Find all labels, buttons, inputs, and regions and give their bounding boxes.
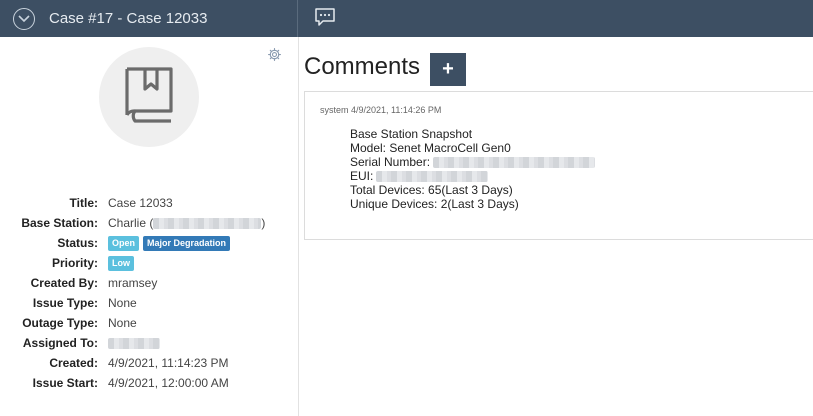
comments-heading: Comments (304, 53, 421, 80)
chat-icon[interactable] (314, 7, 336, 27)
case-details-panel: Title: Case 12033 Base Station: Charlie … (0, 37, 299, 416)
comments-panel: Comments + system 4/9/2021, 11:14:26 PM … (299, 37, 813, 416)
case-header: Case #17 - Case 12033 (0, 0, 298, 37)
detail-outage-type: Outage Type: None (22, 316, 137, 330)
comment-line: EUI: (350, 169, 595, 183)
chevron-down-circle-icon[interactable] (13, 7, 35, 30)
detail-title: Title: Case 12033 (69, 196, 173, 210)
redacted-serial-number (433, 156, 596, 168)
redacted-base-station-id (153, 217, 262, 229)
status-badge-open: Open (108, 235, 140, 251)
comment-body: Base Station Snapshot Model: Senet Macro… (350, 127, 596, 211)
comment-line: Base Station Snapshot (350, 127, 473, 141)
case-title: Case #17 - Case 12033 (49, 10, 208, 27)
book-icon (119, 65, 179, 130)
comment-line: Total Devices: 65(Last 3 Days) (350, 183, 513, 197)
detail-created-by: Created By: mramsey (30, 276, 158, 290)
redacted-eui (376, 170, 489, 182)
top-bar: Case #17 - Case 12033 (0, 0, 813, 37)
gear-icon[interactable] (267, 47, 282, 62)
status-badge-major-degradation: Major Degradation (143, 235, 231, 251)
case-avatar (99, 47, 199, 147)
comment-line: Model: Senet MacroCell Gen0 (350, 141, 511, 155)
detail-issue-start: Issue Start: 4/9/2021, 12:00:00 AM (32, 376, 229, 390)
case-details: Title: Case 12033 Base Station: Charlie … (0, 193, 299, 393)
base-station-name: Charlie ( (108, 216, 154, 230)
comment-line: Unique Devices: 2(Last 3 Days) (350, 197, 519, 211)
detail-priority: Priority: Low (0, 253, 299, 273)
detail-status: Status: Open Major Degradation (0, 233, 299, 253)
comment-line: Serial Number: (350, 155, 596, 169)
comment-meta: system 4/9/2021, 11:14:26 PM (320, 105, 442, 115)
priority-badge-low: Low (108, 255, 134, 271)
detail-base-station: Base Station: Charlie ( ) (21, 216, 266, 230)
redacted-assignee (108, 337, 160, 349)
detail-issue-type: Issue Type: None (32, 296, 137, 310)
detail-created: Created: 4/9/2021, 11:14:23 PM (49, 356, 229, 370)
add-comment-button[interactable]: + (430, 53, 466, 86)
detail-assigned-to: Assigned To: (0, 333, 299, 353)
comment-item: system 4/9/2021, 11:14:26 PM Base Statio… (304, 91, 813, 240)
